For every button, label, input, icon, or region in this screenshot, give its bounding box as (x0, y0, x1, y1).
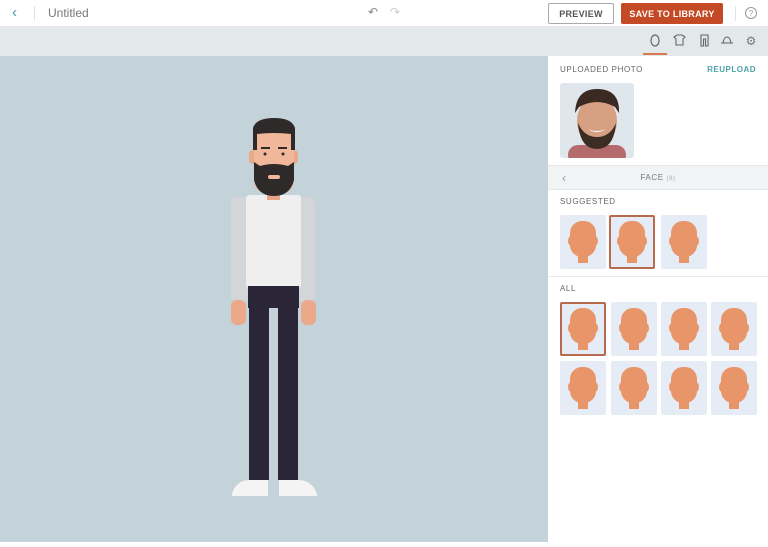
face-icon[interactable] (648, 34, 662, 48)
divider (548, 276, 768, 277)
all-face-option[interactable] (560, 361, 606, 415)
all-face-option[interactable] (560, 302, 606, 356)
section-title: FACE (640, 173, 664, 182)
suggested-face-option[interactable] (661, 215, 707, 269)
top-bar: ‹ Untitled ↶ ↷ PREVIEW SAVE TO LIBRARY ? (0, 0, 768, 27)
shirt-icon[interactable] (672, 34, 686, 48)
all-label: ALL (560, 284, 577, 293)
suggested-face-option[interactable] (560, 215, 606, 269)
uploaded-photo (560, 83, 634, 158)
face-shape-icon (719, 308, 749, 350)
category-toolbar: ⚙ (0, 27, 768, 56)
uploaded-photo-label: UPLOADED PHOTO (560, 65, 643, 74)
preview-button[interactable]: PREVIEW (548, 3, 614, 24)
all-face-option[interactable] (711, 361, 757, 415)
divider (34, 6, 35, 21)
help-icon[interactable]: ? (745, 7, 757, 19)
face-shape-icon (719, 367, 749, 409)
redo-icon[interactable]: ↷ (390, 5, 400, 19)
undo-icon[interactable]: ↶ (368, 5, 378, 19)
all-face-option[interactable] (711, 302, 757, 356)
suggested-face-option[interactable] (609, 215, 655, 269)
save-to-library-button[interactable]: SAVE TO LIBRARY (621, 3, 723, 24)
character-figure (231, 118, 317, 496)
hat-icon[interactable] (720, 34, 734, 48)
settings-gear-icon[interactable]: ⚙ (744, 34, 758, 48)
reupload-link[interactable]: REUPLOAD (707, 65, 756, 74)
suggested-label: SUGGESTED (560, 197, 616, 206)
face-section-header: ‹ FACE (8) (548, 165, 768, 190)
document-title[interactable]: Untitled (48, 6, 89, 20)
face-shape-icon (617, 221, 647, 263)
all-face-option[interactable] (611, 361, 657, 415)
pants-icon[interactable] (697, 34, 711, 48)
face-shape-icon (619, 367, 649, 409)
face-shape-icon (568, 367, 598, 409)
face-shape-icon (568, 308, 598, 350)
face-shape-icon (669, 367, 699, 409)
face-shape-icon (568, 221, 598, 263)
face-shape-icon (669, 308, 699, 350)
section-count: (8) (666, 176, 676, 182)
character-canvas[interactable] (0, 56, 548, 542)
all-face-option[interactable] (661, 361, 707, 415)
active-tab-indicator (643, 53, 667, 55)
customization-panel: UPLOADED PHOTO REUPLOAD ‹ FACE (8) SUGGE… (548, 56, 768, 542)
face-shape-icon (619, 308, 649, 350)
back-chevron-icon[interactable]: ‹ (12, 4, 17, 21)
all-face-option[interactable] (661, 302, 707, 356)
face-shape-icon (669, 221, 699, 263)
all-face-option[interactable] (611, 302, 657, 356)
divider (735, 6, 736, 21)
